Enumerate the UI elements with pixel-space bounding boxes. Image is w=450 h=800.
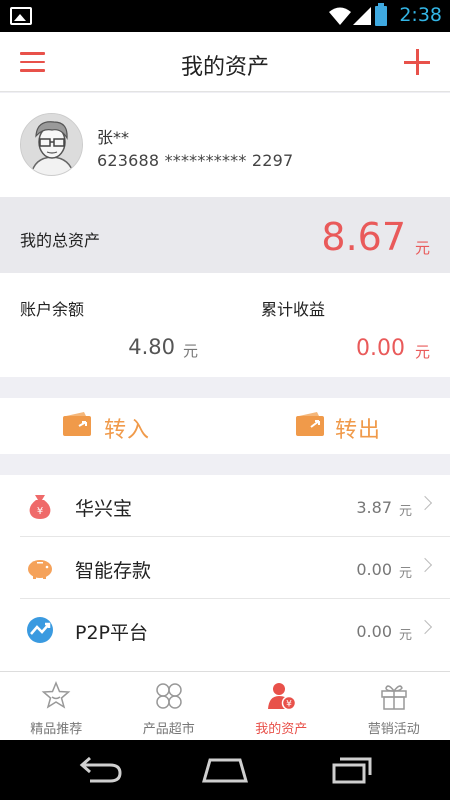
account-balance-label: 账户余额 <box>20 300 85 319</box>
transfer-bar: 转入 转出 <box>0 398 450 454</box>
wallet-out-icon <box>296 412 324 436</box>
account-balance-value: 4.80 <box>128 335 175 359</box>
money-bag-icon: ¥ <box>29 495 51 519</box>
tab-label: 精品推荐 <box>30 722 83 737</box>
home-icon[interactable] <box>200 755 250 785</box>
svg-text:¥: ¥ <box>286 700 292 710</box>
card-number: 623688 ********** 2297 <box>97 151 294 170</box>
product-value: 0.00 <box>356 622 392 641</box>
transfer-out-label: 转出 <box>335 418 382 443</box>
product-value: 3.87 <box>356 498 392 517</box>
account-balance-unit: 元 <box>183 342 199 360</box>
user-name: 张** <box>97 128 130 147</box>
list-item-huaxingbao[interactable]: ¥ 华兴宝 3.87 元 <box>20 475 450 537</box>
gift-icon <box>380 685 407 710</box>
balances-panel: 账户余额 累计收益 4.80 元 0.00 元 <box>0 273 450 377</box>
grid-icon <box>155 683 182 709</box>
total-assets-label: 我的总资产 <box>20 231 101 250</box>
status-bar: 2:38 <box>0 0 450 32</box>
product-name: P2P平台 <box>75 622 149 644</box>
total-assets-amount: 8.67 <box>321 215 406 259</box>
product-list: ¥ 华兴宝 3.87 元 智能存款 0.00 元 P2P平台 0.00 元 <box>0 475 450 671</box>
piggy-bank-icon <box>28 560 52 579</box>
signal-icon <box>353 7 371 25</box>
tab-products[interactable]: 产品超市 <box>113 672 226 741</box>
tab-label: 我的资产 <box>255 722 308 737</box>
star-icon <box>41 681 71 709</box>
page-title: 我的资产 <box>180 55 269 80</box>
earnings-label: 累计收益 <box>261 300 326 319</box>
tab-label: 营销活动 <box>367 722 420 737</box>
list-item-smart-deposit[interactable]: 智能存款 0.00 元 <box>20 537 450 599</box>
wallet-in-icon <box>63 412 91 436</box>
earnings-value: 0.00 <box>356 336 405 361</box>
battery-icon <box>375 3 387 26</box>
system-nav-bar <box>0 740 450 800</box>
gallery-notification-icon <box>10 7 32 25</box>
app-header: 我的资产 <box>0 32 450 92</box>
transfer-in-label: 转入 <box>104 418 151 443</box>
product-unit: 元 <box>398 566 412 581</box>
product-unit: 元 <box>398 628 412 643</box>
chevron-right-icon <box>417 619 433 635</box>
tab-label: 产品超市 <box>142 722 195 737</box>
total-assets-unit: 元 <box>414 239 430 257</box>
product-value: 0.00 <box>356 560 392 579</box>
profile-section: 张** 623688 ********** 2297 <box>0 93 450 197</box>
svg-text:¥: ¥ <box>37 506 43 517</box>
transfer-in-button[interactable]: 转入 <box>0 398 225 454</box>
back-icon[interactable] <box>76 755 124 785</box>
recent-apps-icon[interactable] <box>330 755 374 785</box>
list-item-p2p[interactable]: P2P平台 0.00 元 <box>20 599 450 661</box>
transfer-out-button[interactable]: 转出 <box>225 398 450 454</box>
tab-marketing[interactable]: 营销活动 <box>338 672 450 741</box>
total-assets-panel: 我的总资产 8.67 元 <box>0 197 450 273</box>
chevron-right-icon <box>417 495 433 511</box>
add-icon[interactable] <box>404 49 430 75</box>
wifi-icon <box>329 7 351 25</box>
avatar[interactable] <box>20 113 83 176</box>
chevron-right-icon <box>417 557 433 573</box>
earnings-unit: 元 <box>414 343 430 361</box>
tab-my-assets[interactable]: ¥ 我的资产 <box>225 672 338 741</box>
product-unit: 元 <box>398 504 412 519</box>
bottom-tab-bar: 精品推荐 产品超市 ¥ 我的资产 营销活动 <box>0 671 450 740</box>
avatar-illustration <box>21 114 82 175</box>
product-name: 智能存款 <box>75 560 152 582</box>
user-assets-icon: ¥ <box>268 683 296 711</box>
tab-featured[interactable]: 精品推荐 <box>0 672 113 741</box>
status-time: 2:38 <box>399 4 442 26</box>
product-name: 华兴宝 <box>75 498 133 520</box>
p2p-icon <box>27 617 53 643</box>
